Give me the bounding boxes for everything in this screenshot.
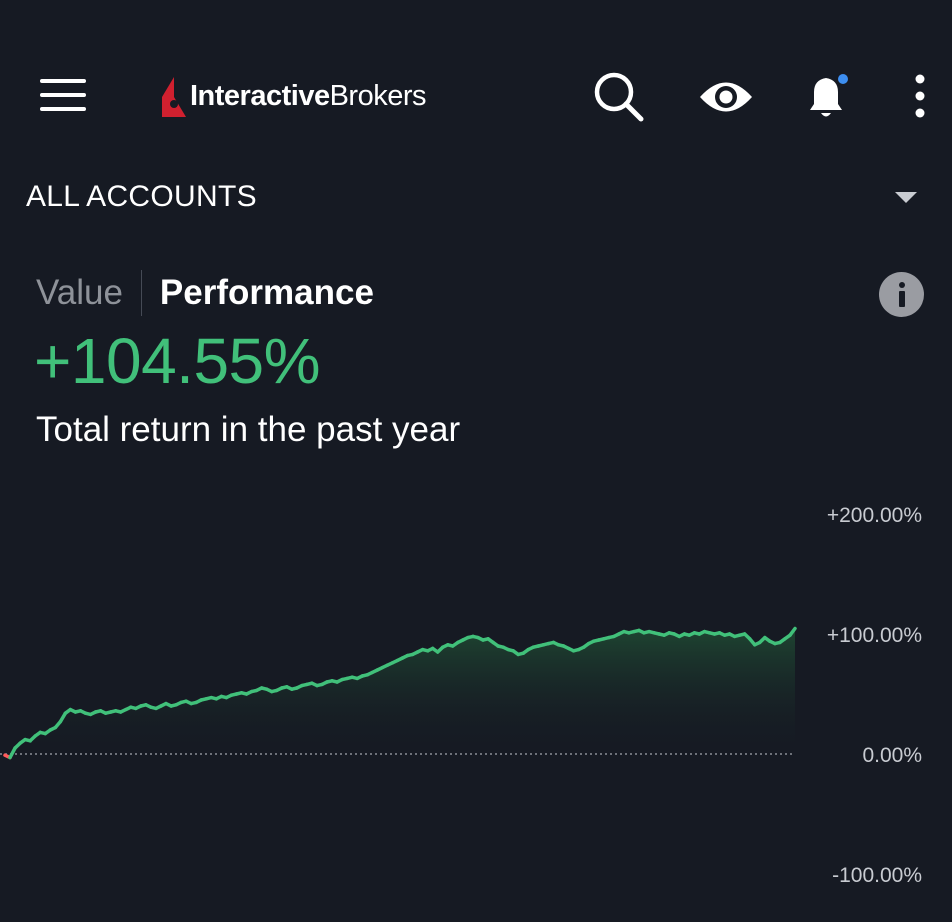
search-button[interactable] — [592, 70, 646, 124]
tab-divider — [140, 270, 142, 316]
y-tick-label: +200.00% — [827, 504, 922, 527]
info-button[interactable] — [879, 272, 924, 317]
performance-chart-svg: +200.00% +100.00% 0.00% -100.00% — [0, 504, 922, 887]
info-icon-stem — [899, 291, 905, 307]
total-return-caption: Total return in the past year — [36, 410, 461, 449]
y-tick-label: +100.00% — [827, 624, 922, 647]
search-icon — [594, 72, 644, 122]
notification-dot — [838, 74, 848, 84]
tab-performance[interactable]: Performance — [160, 273, 374, 313]
notifications-button[interactable] — [800, 70, 856, 124]
top-app-bar: InteractiveBrokers — [0, 0, 952, 190]
more-vertical-icon — [915, 74, 925, 118]
eye-icon — [700, 82, 752, 112]
account-selector[interactable]: ALL ACCOUNTS — [0, 170, 952, 226]
bell-icon — [810, 74, 848, 117]
performance-chart[interactable]: +200.00% +100.00% 0.00% -100.00% — [0, 480, 952, 922]
chevron-down-icon — [895, 192, 917, 203]
interactive-brokers-logo: InteractiveBrokers — [160, 74, 427, 118]
total-return-value: +104.55% — [34, 325, 321, 397]
account-selector-label: ALL ACCOUNTS — [26, 180, 257, 213]
info-icon — [899, 282, 905, 288]
y-tick-label: 0.00% — [862, 744, 922, 767]
tab-value[interactable]: Value — [36, 273, 123, 313]
menu-button[interactable] — [40, 78, 86, 112]
more-options-button[interactable] — [906, 70, 934, 124]
privacy-toggle-button[interactable] — [698, 74, 754, 120]
chart-area-fill — [5, 628, 795, 758]
y-tick-label: -100.00% — [832, 864, 922, 887]
view-tabs: Value Performance — [36, 268, 374, 318]
logo-wordmark: InteractiveBrokers — [190, 79, 427, 112]
logo-mark-icon — [162, 77, 186, 117]
